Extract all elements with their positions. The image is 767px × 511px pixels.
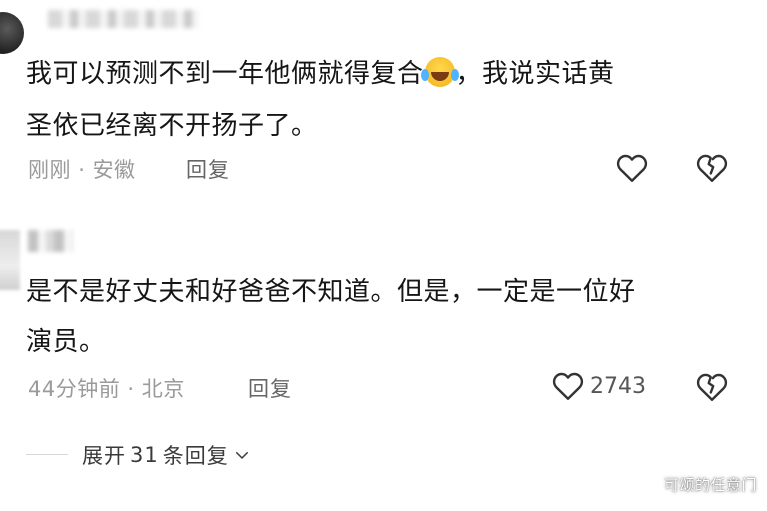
- watermark: 可颂的任意门: [663, 476, 757, 494]
- dislike-button[interactable]: [694, 369, 730, 405]
- reply-count: 31: [130, 443, 159, 467]
- comment-text-line2: 演员。: [26, 327, 106, 357]
- blurred-username[interactable]: [48, 10, 198, 28]
- like-count: 2743: [590, 373, 646, 399]
- avatar[interactable]: [0, 12, 24, 54]
- chevron-down-icon: [235, 452, 248, 459]
- comment-meta: 44分钟前 · 北京: [28, 373, 185, 403]
- comment-meta: 刚刚 · 安徽: [28, 154, 136, 184]
- comment-text: 是不是好丈夫和好爸爸不知道。但是，一定是一位好: [26, 277, 636, 307]
- comment-time: 刚刚: [28, 158, 71, 182]
- divider: [26, 454, 68, 455]
- like-button[interactable]: 2743: [550, 368, 646, 404]
- heart-outline-icon: [550, 368, 586, 404]
- comment-location: 北京: [141, 377, 185, 401]
- expand-suffix: 条回复: [162, 444, 229, 468]
- blurred-username[interactable]: [28, 230, 73, 252]
- meta-separator: ·: [78, 158, 86, 182]
- comment-text-line2: 圣依已经离不开扬子了。: [26, 111, 318, 141]
- expand-replies-button[interactable]: 展开 31 条回复: [82, 440, 251, 470]
- avatar[interactable]: [0, 230, 20, 290]
- expand-label: 展开: [82, 444, 126, 468]
- comment-text-line1a: 我可以预测不到一年他俩就得复合: [26, 59, 424, 89]
- dislike-button[interactable]: [694, 150, 730, 186]
- comment-time: 44分钟前: [28, 377, 121, 401]
- like-button[interactable]: [614, 150, 650, 186]
- broken-heart-icon: [696, 373, 728, 401]
- comment-text-line1b: ，我说实话黄: [455, 59, 615, 89]
- heart-outline-icon: [616, 154, 648, 182]
- comment-text: 我可以预测不到一年他俩就得复合 ，我说实话黄: [26, 48, 726, 100]
- reply-button[interactable]: 回复: [248, 373, 292, 403]
- meta-separator: ·: [127, 377, 135, 401]
- reply-button[interactable]: 回复: [186, 154, 230, 184]
- laughing-emoji-icon: [420, 57, 455, 87]
- broken-heart-icon: [696, 154, 728, 182]
- comment-location: 安徽: [92, 158, 136, 182]
